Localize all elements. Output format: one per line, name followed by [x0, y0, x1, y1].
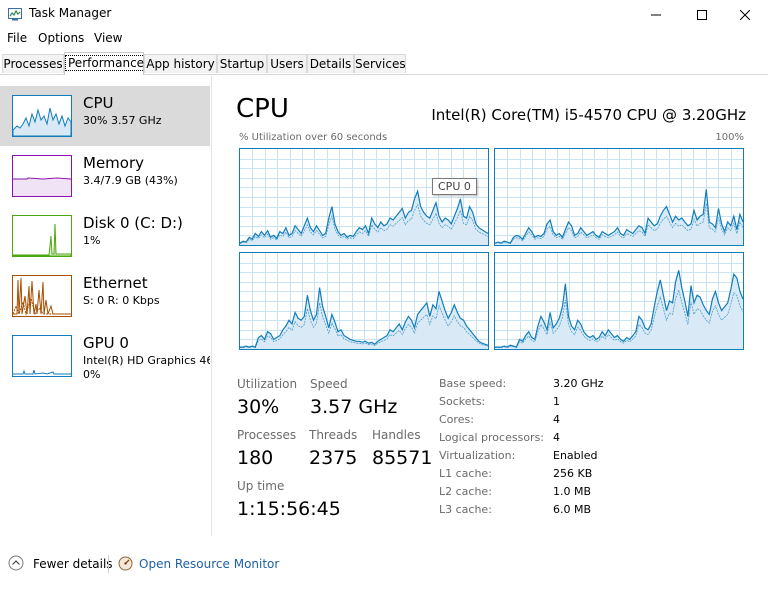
uptime-label: Up time — [237, 479, 285, 493]
spec-value: 3.20 GHz — [553, 377, 604, 390]
tab-processes[interactable]: Processes — [2, 54, 64, 73]
close-icon — [740, 9, 750, 20]
core-graph-svg — [240, 253, 488, 349]
tab-label: Performance — [65, 55, 148, 71]
spec-value: 1 — [553, 395, 560, 408]
sidebar-item-label: GPU 0 — [83, 334, 129, 352]
tab-startup[interactable]: Startup — [217, 54, 267, 73]
processes-label: Processes — [237, 428, 297, 442]
sidebar-item-label: Memory — [83, 154, 145, 172]
sidebar-item-label: Disk 0 (C: D:) — [83, 214, 183, 232]
sidebar-item-gpu[interactable]: GPU 0 Intel(R) HD Graphics 4600 0% — [0, 326, 210, 386]
tab-services[interactable]: Services — [354, 54, 406, 73]
handles-value: 85571 — [372, 447, 433, 469]
menu-file[interactable]: File — [7, 31, 27, 45]
spec-label: L1 cache: — [439, 467, 492, 480]
utilization-label: Utilization — [237, 377, 298, 391]
speed-value: 3.57 GHz — [310, 396, 398, 418]
processes-value: 180 — [237, 447, 274, 469]
chevron-up-icon[interactable] — [8, 555, 24, 571]
core-graph-svg — [495, 149, 743, 245]
sidebar-item-detail: 30% 3.57 GHz — [83, 114, 162, 127]
tab-users[interactable]: Users — [267, 54, 307, 73]
spec-value: 4 — [553, 413, 560, 426]
resource-monitor-icon — [118, 556, 133, 571]
handles-label: Handles — [372, 428, 421, 442]
close-button[interactable] — [722, 0, 768, 29]
sidebar-item-label: CPU — [83, 94, 114, 112]
tab-label: Details — [309, 57, 352, 71]
graph-tooltip: CPU 0 — [432, 178, 477, 195]
tab-label: Users — [270, 57, 304, 71]
maximize-icon — [697, 9, 707, 20]
menu-options[interactable]: Options — [38, 31, 84, 45]
spec-label: Sockets: — [439, 395, 486, 408]
spec-label: Logical processors: — [439, 431, 545, 444]
sidebar-item-ethernet[interactable]: Ethernet S: 0 R: 0 Kbps — [0, 266, 210, 326]
tab-performance[interactable]: Performance — [64, 52, 148, 75]
threads-label: Threads — [309, 428, 358, 442]
fewer-details-button[interactable]: Fewer details — [33, 557, 113, 571]
tab-app-history[interactable]: App history — [144, 54, 217, 73]
speed-label: Speed — [310, 377, 348, 391]
tab-label: Processes — [3, 57, 63, 71]
sidebar-item-disk[interactable]: Disk 0 (C: D:) 1% — [0, 206, 210, 266]
tab-label: Startup — [219, 57, 265, 71]
threads-value: 2375 — [309, 447, 358, 469]
menu-bar: File Options View — [0, 29, 768, 49]
ethernet-thumbnail-graph — [12, 275, 72, 317]
utilization-caption: % Utilization over 60 seconds — [239, 132, 388, 143]
minimize-icon — [651, 14, 661, 15]
footer-bar: Fewer details Open Resource Monitor — [0, 547, 768, 583]
spec-label: L3 cache: — [439, 503, 492, 516]
spec-label: Base speed: — [439, 377, 507, 390]
spec-value: 256 KB — [553, 467, 593, 480]
window-title: Task Manager — [29, 6, 112, 20]
disk-thumbnail-graph — [12, 215, 72, 257]
tab-strip: Processes Performance App history Startu… — [0, 52, 768, 75]
footer-divider — [108, 555, 109, 573]
core-graph-1[interactable] — [494, 148, 744, 246]
spec-label: Virtualization: — [439, 449, 516, 462]
sidebar-item-memory[interactable]: Memory 3.4/7.9 GB (43%) — [0, 146, 210, 206]
core-graph-svg — [495, 253, 743, 349]
tab-details[interactable]: Details — [307, 54, 354, 73]
tab-label: App history — [146, 57, 215, 71]
sidebar-item-label: Ethernet — [83, 274, 148, 292]
open-resource-monitor-link[interactable]: Open Resource Monitor — [139, 557, 279, 571]
memory-thumbnail-graph — [12, 155, 72, 197]
maximize-button[interactable] — [679, 0, 725, 29]
gpu-thumbnail-graph — [12, 335, 72, 377]
spec-value: Enabled — [553, 449, 598, 462]
spec-label: L2 cache: — [439, 485, 492, 498]
sidebar-item-usage: 0% — [83, 368, 101, 381]
uptime-value: 1:15:56:45 — [237, 498, 341, 520]
spec-value: 1.0 MB — [553, 485, 592, 498]
core-graph-svg — [240, 149, 488, 245]
cpu-model: Intel(R) Core(TM) i5-4570 CPU @ 3.20GHz — [431, 106, 746, 124]
resource-sidebar: CPU 30% 3.57 GHz Memory 3.4/7.9 GB (43%)… — [0, 76, 212, 536]
utilization-max: 100% — [715, 132, 744, 143]
sidebar-item-detail: 1% — [83, 234, 101, 247]
sidebar-item-detail: 3.4/7.9 GB (43%) — [83, 174, 178, 187]
spec-label: Cores: — [439, 413, 474, 426]
core-graph-2[interactable] — [239, 252, 489, 350]
core-graph-0[interactable] — [239, 148, 489, 246]
sidebar-item-detail: Intel(R) HD Graphics 4600 — [83, 354, 210, 367]
tab-label: Services — [355, 57, 406, 71]
cpu-thumbnail-graph — [12, 95, 72, 137]
title-bar: Task Manager — [0, 0, 768, 29]
page-title: CPU — [236, 94, 289, 124]
utilization-value: 30% — [237, 396, 280, 418]
sidebar-item-detail: S: 0 R: 0 Kbps — [83, 294, 160, 307]
spec-value: 4 — [553, 431, 560, 444]
core-graph-3[interactable] — [494, 252, 744, 350]
spec-value: 6.0 MB — [553, 503, 592, 516]
minimize-button[interactable] — [633, 0, 679, 29]
sidebar-item-cpu[interactable]: CPU 30% 3.57 GHz — [0, 86, 210, 146]
task-manager-icon — [8, 8, 22, 21]
menu-view[interactable]: View — [94, 31, 122, 45]
